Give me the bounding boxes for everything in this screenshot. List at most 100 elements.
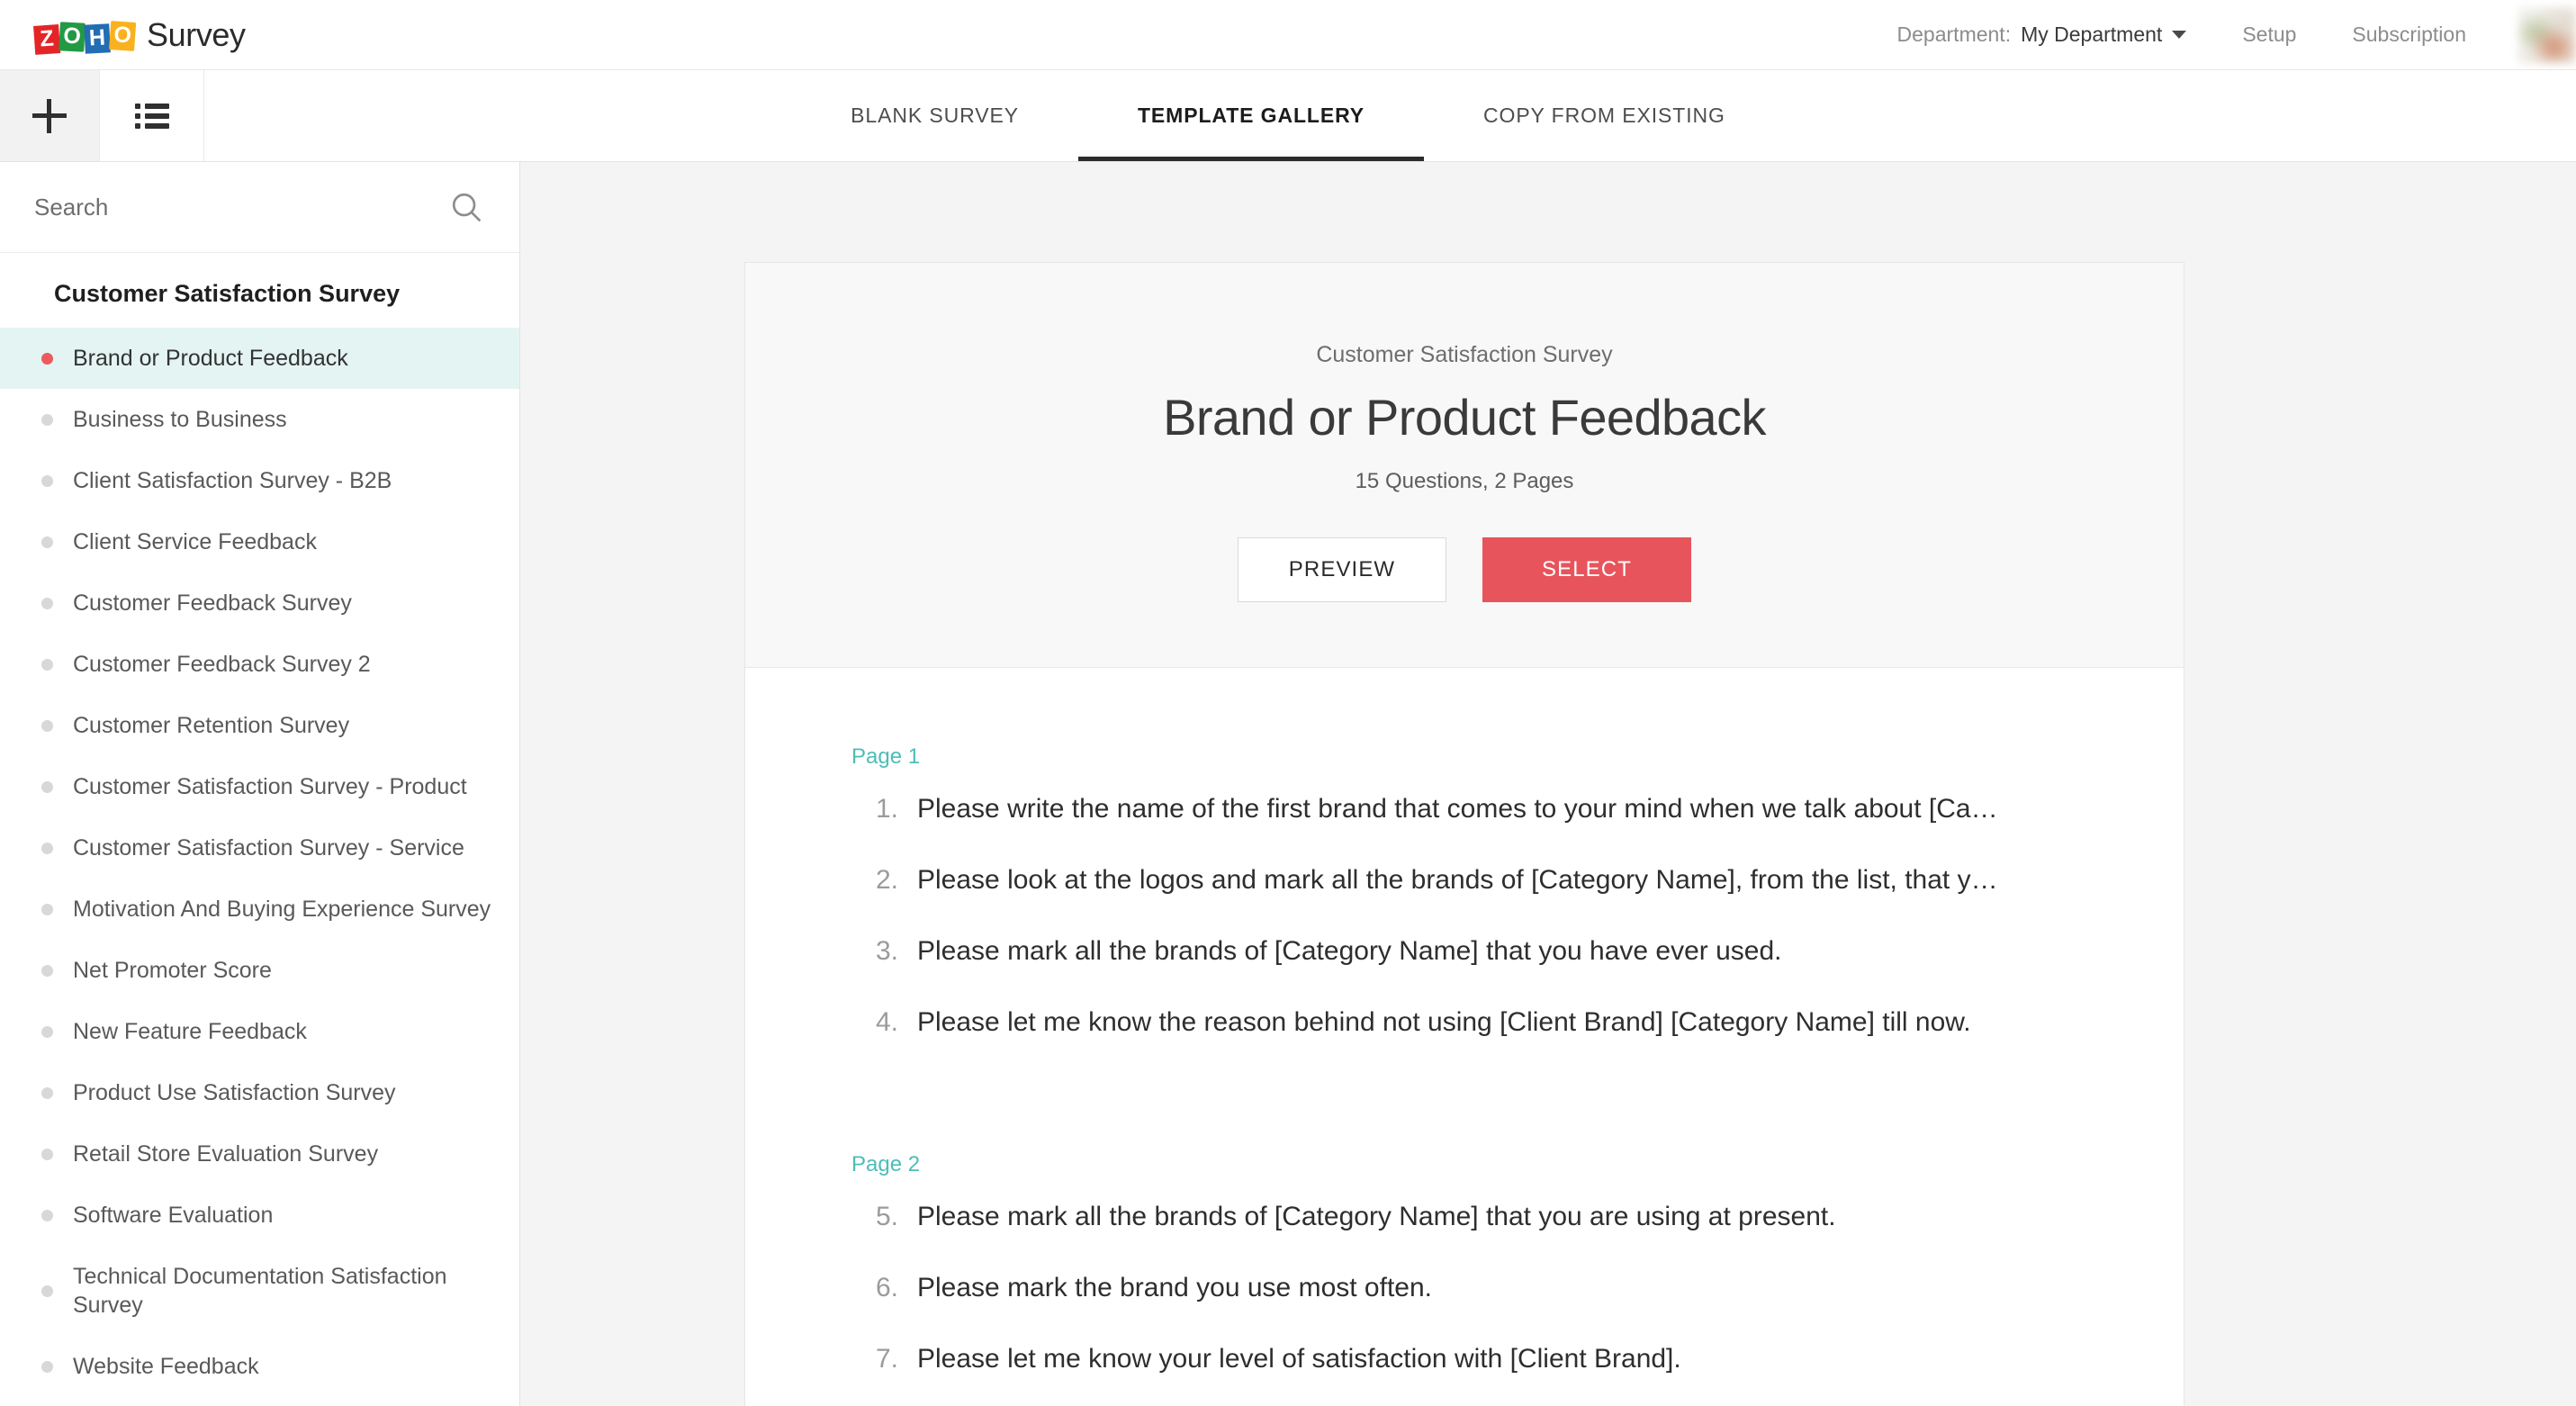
sidebar-item-customer-retention-survey[interactable]: Customer Retention Survey: [0, 695, 519, 756]
sidebar-item-label: Technical Documentation Satisfaction Sur…: [73, 1264, 447, 1318]
sidebar-item-software-evaluation[interactable]: Software Evaluation: [0, 1185, 519, 1246]
question-text: Please let me know your level of satisfa…: [917, 1344, 1681, 1374]
sidebar-item-client-service-feedback[interactable]: Client Service Feedback: [0, 511, 519, 572]
sidebar-item-label: Customer Feedback Survey: [73, 590, 352, 616]
sidebar-item-new-feature-feedback[interactable]: New Feature Feedback: [0, 1001, 519, 1062]
sidebar-item-client-satisfaction-survey-b2b[interactable]: Client Satisfaction Survey - B2B: [0, 450, 519, 511]
sidebar-item-customer-satisfaction-survey-service[interactable]: Customer Satisfaction Survey - Service: [0, 817, 519, 879]
sidebar-item-net-promoter-score[interactable]: Net Promoter Score: [0, 940, 519, 1001]
sidebar-item-business-to-business[interactable]: Business to Business: [0, 389, 519, 450]
logo-letter-z: Z: [33, 23, 61, 55]
department-label: Department:: [1896, 23, 2012, 46]
brand-logo[interactable]: Z O H O Survey: [33, 16, 246, 55]
question-row[interactable]: 1. Please write the name of the first br…: [851, 793, 2124, 825]
list-icon: [134, 103, 169, 129]
bullet-icon: [41, 780, 53, 793]
question-number: 1.: [875, 794, 898, 824]
plus-icon: [32, 98, 67, 133]
tab-copy-from-existing[interactable]: COPY FROM EXISTING: [1424, 70, 1785, 161]
template-category: Customer Satisfaction Survey: [1316, 342, 1613, 367]
sidebar-item-label: Customer Satisfaction Survey - Product: [73, 774, 467, 799]
sidebar-item-retail-store-evaluation-survey[interactable]: Retail Store Evaluation Survey: [0, 1123, 519, 1185]
sidebar-item-customer-feedback-survey[interactable]: Customer Feedback Survey: [0, 572, 519, 634]
chevron-down-icon: [2172, 31, 2187, 39]
question-row[interactable]: 4. Please let me know the reason behind …: [851, 1006, 2124, 1039]
sidebar-item-label: Net Promoter Score: [73, 958, 272, 983]
create-survey-button[interactable]: [0, 70, 99, 161]
question-number: 2.: [875, 865, 898, 895]
select-button[interactable]: SELECT: [1482, 537, 1691, 602]
question-row[interactable]: 6. Please mark the brand you use most of…: [851, 1272, 2124, 1304]
sidebar-item-label: Website Feedback: [73, 1354, 259, 1379]
sidebar-item-label: Client Service Feedback: [73, 529, 317, 554]
app-header: Z O H O Survey Department: My Department…: [0, 0, 2576, 70]
bullet-icon: [41, 1209, 53, 1221]
template-sidebar: Customer Satisfaction Survey Brand or Pr…: [0, 162, 520, 1406]
sidebar-item-customer-feedback-survey-2[interactable]: Customer Feedback Survey 2: [0, 634, 519, 695]
tab-bar: BLANK SURVEY TEMPLATE GALLERY COPY FROM …: [0, 70, 2576, 161]
sidebar-group-title: Customer Satisfaction Survey: [54, 280, 401, 307]
sidebar-item-technical-documentation-satisfaction-survey[interactable]: Technical Documentation Satisfaction Sur…: [0, 1246, 519, 1336]
question-number: 4.: [875, 1007, 898, 1037]
question-row[interactable]: 7. Please let me know your level of sati…: [851, 1343, 2124, 1375]
logo-letter-o1: O: [59, 21, 86, 52]
search-input[interactable]: [34, 193, 449, 221]
setup-link[interactable]: Setup: [2242, 23, 2296, 47]
logo-letter-o2: O: [109, 20, 137, 51]
bullet-icon: [41, 1360, 53, 1373]
department-value: My Department: [2021, 23, 2163, 46]
question-text: Please mark the brand you use most often…: [917, 1273, 1432, 1302]
bullet-icon: [41, 1284, 53, 1297]
bullet-icon: [41, 536, 53, 548]
question-text: Please mark all the brands of [Category …: [917, 936, 1782, 966]
page-title: Brand or Product Feedback: [1163, 389, 1766, 446]
question-number: 3.: [875, 936, 898, 966]
bullet-icon: [41, 352, 53, 365]
question-text: Please mark all the brands of [Category …: [917, 1202, 1836, 1231]
zoho-logo-icon: Z O H O: [33, 18, 137, 55]
sidebar-item-label: Customer Retention Survey: [73, 713, 350, 738]
template-meta: 15 Questions, 2 Pages: [1355, 469, 1574, 493]
sidebar-item-label: Brand or Product Feedback: [73, 346, 348, 371]
question-row[interactable]: 3. Please mark all the brands of [Catego…: [851, 935, 2124, 968]
bullet-icon: [41, 842, 53, 854]
preview-button[interactable]: PREVIEW: [1238, 537, 1446, 602]
search-icon[interactable]: [449, 190, 483, 224]
page-label-1: Page 1: [851, 744, 921, 769]
sidebar-item-label: Motivation And Buying Experience Survey: [73, 897, 491, 922]
user-avatar[interactable]: [2518, 6, 2576, 63]
main-content: Customer Satisfaction Survey Brand or Pr…: [521, 162, 2576, 1406]
template-detail-card: Customer Satisfaction Survey Brand or Pr…: [744, 262, 2184, 1406]
question-number: 5.: [875, 1202, 898, 1231]
question-text: Please look at the logos and mark all th…: [917, 865, 1998, 895]
question-number: 6.: [875, 1273, 898, 1302]
sidebar-item-website-feedback[interactable]: Website Feedback: [0, 1336, 519, 1397]
department-selector[interactable]: My Department: [2021, 23, 2187, 47]
toolbar: BLANK SURVEY TEMPLATE GALLERY COPY FROM …: [0, 70, 2576, 162]
sidebar-item-label: Customer Feedback Survey 2: [73, 652, 371, 677]
bullet-icon: [41, 964, 53, 977]
sidebar-item-brand-or-product-feedback[interactable]: Brand or Product Feedback: [0, 328, 519, 389]
page-separator: [851, 1077, 2124, 1130]
question-text: Please write the name of the first brand…: [917, 794, 1998, 824]
bullet-icon: [41, 1025, 53, 1038]
tab-blank-survey[interactable]: BLANK SURVEY: [791, 70, 1078, 161]
header-right-group: Department: My Department Setup Subscrip…: [1897, 0, 2576, 70]
template-question-list: Page 1 1. Please write the name of the f…: [745, 668, 2184, 1406]
tab-template-gallery[interactable]: TEMPLATE GALLERY: [1077, 70, 1425, 161]
sidebar-item-customer-satisfaction-survey-product[interactable]: Customer Satisfaction Survey - Product: [0, 756, 519, 817]
sidebar-item-label: Client Satisfaction Survey - B2B: [73, 468, 392, 493]
bullet-icon: [41, 903, 53, 915]
question-row[interactable]: 5. Please mark all the brands of [Catego…: [851, 1201, 2124, 1233]
sidebar-item-label: Customer Satisfaction Survey - Service: [73, 835, 464, 861]
survey-list-button[interactable]: [99, 70, 204, 161]
template-actions: PREVIEW SELECT: [781, 537, 2148, 602]
search-bar[interactable]: [0, 162, 519, 253]
sidebar-item-product-use-satisfaction-survey[interactable]: Product Use Satisfaction Survey: [0, 1062, 519, 1123]
sidebar-item-label: New Feature Feedback: [73, 1019, 307, 1044]
question-row[interactable]: 2. Please look at the logos and mark all…: [851, 864, 2124, 897]
bullet-icon: [41, 474, 53, 487]
bullet-icon: [41, 658, 53, 671]
sidebar-item-motivation-and-buying-experience-survey[interactable]: Motivation And Buying Experience Survey: [0, 879, 519, 940]
subscription-link[interactable]: Subscription: [2352, 23, 2466, 47]
